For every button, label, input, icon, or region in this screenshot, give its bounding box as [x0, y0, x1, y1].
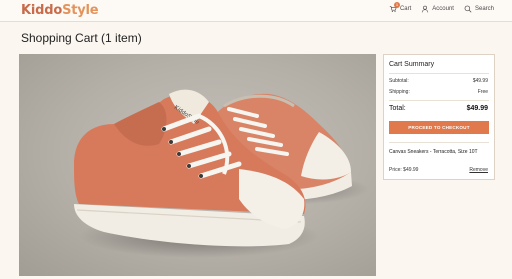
page-title: Shopping Cart (1 item) — [21, 31, 142, 45]
search-label: Search — [474, 6, 494, 12]
summary-divider — [389, 100, 489, 101]
cart-label: Cart — [399, 6, 412, 12]
cart-summary-panel: Cart Summary Subtotal: $49.99 Shipping: … — [383, 54, 495, 180]
subtotal-row: Subtotal: $49.99 — [389, 78, 488, 84]
shipping-row: Shipping: Free — [389, 89, 488, 95]
shipping-label: Shipping: — [389, 89, 410, 95]
cart-item-name: Canvas Sneakers - Terracotta, Size 10T — [389, 149, 478, 155]
summary-title: Cart Summary — [389, 61, 435, 68]
search-icon — [464, 5, 472, 13]
total-label: Total: — [389, 105, 406, 112]
cart-icon: 1 — [389, 2, 400, 13]
remove-item-link[interactable]: Remove — [469, 167, 488, 173]
cart-link[interactable]: 1 Cart — [389, 2, 412, 13]
logo-text-style: Style — [62, 3, 99, 18]
logo-text-kiddo: Kiddo — [21, 3, 63, 18]
summary-divider — [389, 142, 489, 143]
subtotal-value: $49.99 — [472, 78, 488, 84]
search-link[interactable]: Search — [464, 5, 494, 13]
subtotal-label: Subtotal: — [389, 78, 409, 84]
proceed-to-checkout-button[interactable]: PROCEED TO CHECKOUT — [389, 121, 489, 134]
top-nav-bar: KiddoStyle 1 Cart Account Search — [0, 0, 512, 22]
product-image: KiddoStyle — [19, 54, 376, 276]
summary-divider — [389, 73, 489, 74]
shipping-value: Free — [477, 89, 488, 95]
header-nav: 1 Cart Account Search — [389, 2, 494, 13]
account-link[interactable]: Account — [421, 5, 454, 13]
brand-logo[interactable]: KiddoStyle — [21, 3, 99, 18]
cart-item-price: Price: $49.99 — [389, 167, 419, 173]
total-row: Total: $49.99 — [389, 105, 488, 112]
total-value: $49.99 — [466, 105, 488, 112]
user-icon — [422, 5, 429, 13]
cart-count-badge: 1 — [393, 2, 400, 8]
account-label: Account — [432, 6, 454, 12]
cart-item-price-row: Price: $49.99 Remove — [389, 167, 488, 173]
